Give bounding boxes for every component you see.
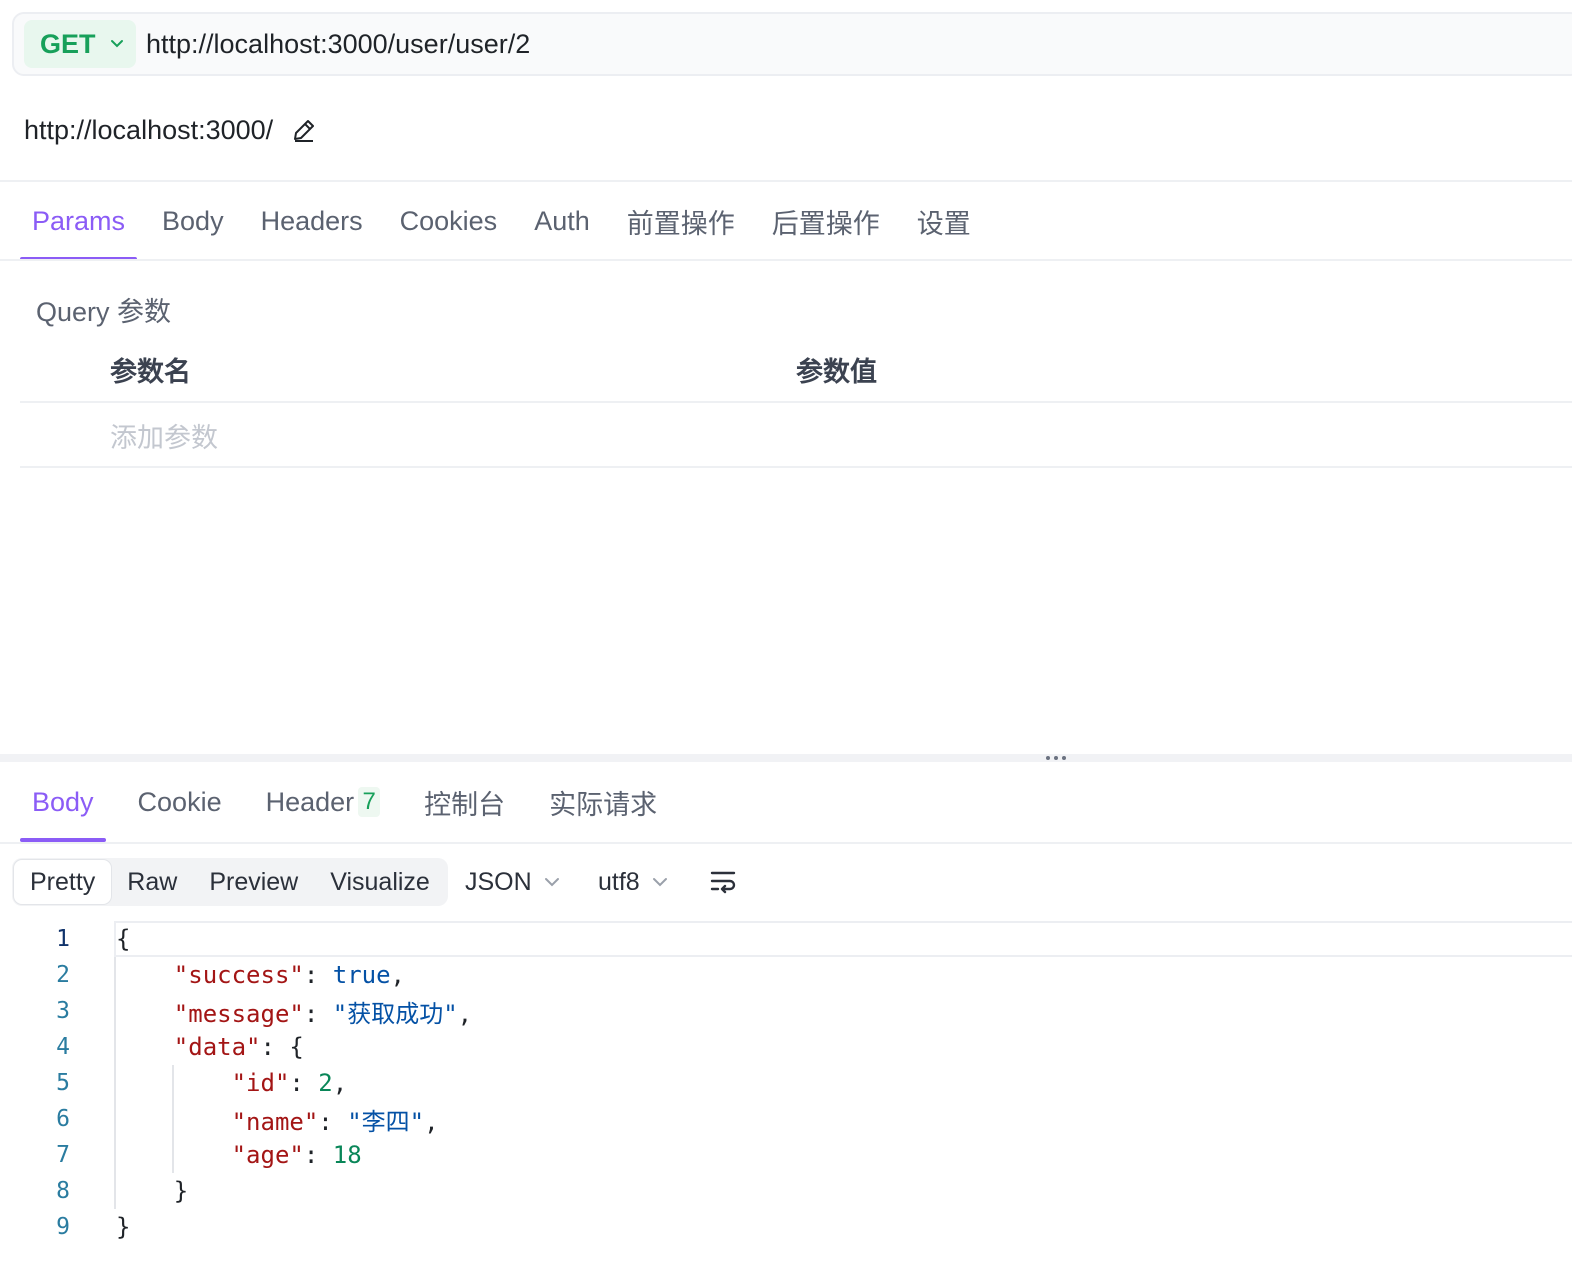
line-number: 2 bbox=[56, 962, 70, 988]
divider bbox=[20, 466, 1572, 468]
tab-console[interactable]: 控制台 bbox=[412, 762, 517, 842]
response-body-editor[interactable]: 1 { 2 "success": true, 3 "message": "获取成… bbox=[0, 921, 1572, 1245]
chevron-down-icon bbox=[110, 39, 124, 49]
line-number: 5 bbox=[56, 1070, 70, 1096]
chevron-down-icon bbox=[544, 877, 560, 887]
tab-actual-request[interactable]: 实际请求 bbox=[537, 762, 669, 842]
code-line: 3 "message": "获取成功", bbox=[0, 993, 1572, 1029]
code-line: 5 "id": 2, bbox=[0, 1065, 1572, 1101]
code-line: 4 "data": { bbox=[0, 1029, 1572, 1065]
divider bbox=[0, 259, 1572, 261]
line-number: 6 bbox=[56, 1106, 70, 1132]
line-number: 9 bbox=[56, 1214, 70, 1240]
add-param-input[interactable]: 添加参数 bbox=[110, 416, 218, 455]
api-client: GET http://localhost:3000/user/user/2 ht… bbox=[0, 0, 1572, 1286]
tab-response-header[interactable]: Header 7 bbox=[254, 762, 393, 842]
tab-response-cookie[interactable]: Cookie bbox=[126, 762, 234, 842]
chevron-down-icon bbox=[652, 877, 668, 887]
code-line: 8 } bbox=[0, 1173, 1572, 1209]
tab-settings[interactable]: 设置 bbox=[905, 181, 983, 261]
edit-icon[interactable] bbox=[291, 117, 317, 143]
code-line: 7 "age": 18 bbox=[0, 1137, 1572, 1173]
base-url: http://localhost:3000/ bbox=[24, 108, 317, 152]
drag-handle-icon[interactable] bbox=[1046, 756, 1066, 760]
view-visualize-button[interactable]: Visualize bbox=[314, 860, 446, 904]
word-wrap-icon[interactable] bbox=[708, 866, 738, 901]
url-input[interactable]: http://localhost:3000/user/user/2 bbox=[146, 29, 530, 60]
tab-params[interactable]: Params bbox=[20, 181, 138, 261]
header-count-badge: 7 bbox=[358, 787, 381, 817]
line-number: 7 bbox=[56, 1142, 70, 1168]
code-line: 6 "name": "李四", bbox=[0, 1101, 1572, 1137]
line-number: 8 bbox=[56, 1178, 70, 1204]
response-tabs: Body Cookie Header 7 控制台 实际请求 bbox=[20, 762, 669, 842]
tab-cookies[interactable]: Cookies bbox=[388, 181, 510, 261]
tab-post-actions[interactable]: 后置操作 bbox=[760, 181, 892, 261]
tab-auth[interactable]: Auth bbox=[522, 181, 602, 261]
divider bbox=[20, 401, 1572, 403]
view-raw-button[interactable]: Raw bbox=[111, 860, 193, 904]
divider bbox=[0, 842, 1572, 844]
line-number: 3 bbox=[56, 998, 70, 1024]
indent-guide bbox=[172, 1065, 174, 1173]
panel-splitter[interactable] bbox=[0, 754, 1572, 762]
line-number: 4 bbox=[56, 1034, 70, 1060]
format-select[interactable]: JSON bbox=[465, 862, 560, 902]
code-line: 2 "success": true, bbox=[0, 957, 1572, 993]
tab-body[interactable]: Body bbox=[150, 181, 236, 261]
method-label: GET bbox=[40, 28, 96, 59]
query-section-title: Query 参数 bbox=[36, 297, 172, 327]
encoding-select[interactable]: utf8 bbox=[598, 862, 668, 902]
code-line: 1 { bbox=[0, 921, 1572, 957]
view-preview-button[interactable]: Preview bbox=[193, 860, 314, 904]
param-name-header: 参数名 bbox=[110, 357, 191, 387]
param-value-header: 参数值 bbox=[796, 357, 877, 387]
tab-headers[interactable]: Headers bbox=[249, 181, 375, 261]
url-bar: GET http://localhost:3000/user/user/2 bbox=[12, 12, 1572, 76]
tab-pre-actions[interactable]: 前置操作 bbox=[615, 181, 747, 261]
tab-response-body[interactable]: Body bbox=[20, 762, 106, 842]
indent-guide bbox=[114, 957, 116, 1209]
base-url-text: http://localhost:3000/ bbox=[24, 114, 274, 145]
line-number: 1 bbox=[56, 926, 70, 952]
view-mode-switch: Pretty Raw Preview Visualize bbox=[12, 858, 448, 906]
request-tabs: Params Body Headers Cookies Auth 前置操作 后置… bbox=[20, 181, 983, 261]
code-line: 9 } bbox=[0, 1209, 1572, 1245]
method-select[interactable]: GET bbox=[24, 20, 136, 68]
view-pretty-button[interactable]: Pretty bbox=[14, 860, 112, 904]
